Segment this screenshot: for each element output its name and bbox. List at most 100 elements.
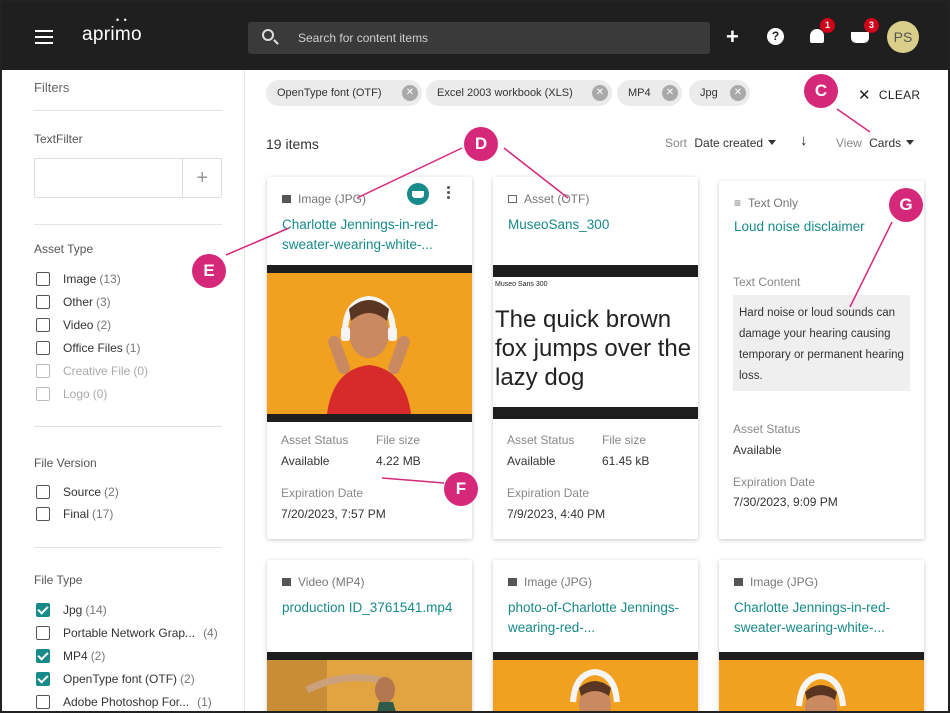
checkbox[interactable]	[36, 318, 50, 332]
size-value: 61.45 kB	[602, 454, 650, 468]
asset-thumbnail[interactable]	[493, 652, 698, 711]
add-icon[interactable]: +	[726, 24, 739, 50]
filter-count: (0)	[92, 387, 108, 401]
asset-type-label: Image (JPG)	[298, 192, 367, 206]
expiration-value: 7/9/2023, 4:40 PM	[507, 507, 606, 521]
divider	[34, 224, 222, 225]
chevron-down-icon	[768, 140, 777, 145]
chip-otf[interactable]: OpenType font (OTF) ✕	[266, 80, 422, 106]
asset-card[interactable]: ≡ Text Only Loud noise disclaimer Text Co…	[719, 181, 924, 539]
chip-jpg[interactable]: Jpg ✕	[689, 80, 750, 106]
filter-label: OpenType font (OTF)	[63, 672, 178, 686]
remove-chip-icon[interactable]: ✕	[730, 85, 746, 101]
checkbox[interactable]	[36, 485, 50, 499]
filter-label: Final	[63, 507, 90, 521]
textfilter-input[interactable]: +	[34, 158, 222, 198]
checkbox[interactable]	[36, 272, 50, 286]
asset-card[interactable]: Asset (OTF) MuseoSans_300 Museo Sans 300…	[493, 177, 698, 539]
asset-thumbnail[interactable]	[267, 265, 472, 422]
filter-count: (2)	[96, 318, 112, 332]
clear-filters-button[interactable]: ✕ CLEAR	[858, 86, 920, 104]
callout-e: E	[192, 254, 226, 288]
file-type-title: File Type	[34, 573, 83, 587]
filter-label: Other	[63, 295, 94, 309]
size-value: 4.22 MB	[376, 454, 421, 468]
filter-version-source[interactable]: Source (2)	[36, 483, 119, 501]
app-logo[interactable]: aprimo	[82, 24, 142, 46]
asset-card[interactable]: Image (JPG) photo-of-Charlotte Jennings-…	[493, 560, 698, 711]
filter-type-psd[interactable]: Adobe Photoshop For... (1)	[36, 693, 212, 711]
chip-mp4[interactable]: MP4 ✕	[617, 80, 682, 106]
status-label: Asset Status	[281, 433, 349, 447]
callout-f: F	[444, 472, 478, 506]
woman-headphones-image	[719, 660, 924, 711]
file-version-title: File Version	[34, 456, 97, 470]
asset-card[interactable]: Video (MP4) production ID_3761541.mp4	[267, 560, 472, 711]
remove-chip-icon[interactable]: ✕	[592, 85, 608, 101]
menu-icon[interactable]	[35, 30, 53, 44]
asset-thumbnail[interactable]	[719, 652, 924, 711]
image-icon	[508, 578, 517, 586]
asset-thumbnail[interactable]: Museo Sans 300 The quick brown fox jumps…	[493, 265, 698, 419]
chip-label: MP4	[628, 87, 651, 99]
asset-title[interactable]: Charlotte Jennings-in-red-sweater-wearin…	[734, 598, 914, 638]
add-to-cart-icon[interactable]	[407, 183, 429, 205]
chip-label: OpenType font (OTF)	[277, 87, 382, 99]
checkbox-checked[interactable]	[36, 672, 50, 686]
filter-type-otf[interactable]: OpenType font (OTF) (2)	[36, 670, 195, 688]
checkbox[interactable]	[36, 341, 50, 355]
close-icon: ✕	[858, 87, 871, 104]
asset-type-label: Video (MP4)	[298, 575, 365, 589]
remove-chip-icon[interactable]: ✕	[402, 85, 418, 101]
asset-type-label: Image (JPG)	[524, 575, 593, 589]
sort-control[interactable]: Sort Date created	[665, 136, 777, 150]
checkbox[interactable]	[36, 507, 50, 521]
text-content-label: Text Content	[733, 275, 801, 289]
more-options-icon[interactable]	[447, 186, 450, 201]
sort-direction-icon[interactable]: ↓	[800, 132, 808, 149]
checkbox-checked[interactable]	[36, 603, 50, 617]
filter-label: Logo	[63, 387, 90, 401]
filter-type-jpg[interactable]: Jpg (14)	[36, 601, 107, 619]
view-control[interactable]: View Cards	[836, 136, 915, 150]
asset-title[interactable]: photo-of-Charlotte Jennings-wearing-red-…	[508, 598, 688, 638]
checkbox-checked[interactable]	[36, 649, 50, 663]
cart-icon[interactable]	[851, 32, 869, 43]
chip-xls[interactable]: Excel 2003 workbook (XLS) ✕	[426, 80, 612, 106]
asset-type: Image (JPG)	[508, 575, 592, 589]
search-input[interactable]: Search for content items	[248, 22, 710, 54]
divider	[34, 426, 222, 427]
chevron-down-icon	[906, 140, 915, 145]
asset-thumbnail[interactable]	[267, 652, 472, 711]
checkbox[interactable]	[36, 295, 50, 309]
items-count: 19 items	[266, 136, 319, 152]
video-icon	[282, 578, 291, 586]
filter-asset-other[interactable]: Other (3)	[36, 293, 111, 311]
add-filter-icon[interactable]: +	[196, 167, 208, 190]
help-icon[interactable]: ?	[767, 28, 784, 45]
filter-count: (13)	[99, 272, 121, 286]
font-name: Museo Sans 300	[495, 281, 548, 288]
clear-label: CLEAR	[878, 88, 921, 102]
asset-title[interactable]: MuseoSans_300	[508, 215, 688, 235]
filter-version-final[interactable]: Final (17)	[36, 505, 113, 523]
callout-g: G	[889, 188, 923, 222]
remove-chip-icon[interactable]: ✕	[662, 85, 678, 101]
status-value: Available	[281, 454, 330, 468]
asset-card[interactable]: Image (JPG) Charlotte Jennings-in-red-sw…	[719, 560, 924, 711]
image-icon	[282, 195, 291, 203]
asset-card[interactable]: Image (JPG) Charlotte Jennings-in-red-sw…	[267, 177, 472, 539]
filter-label: Jpg	[63, 603, 83, 617]
filter-type-png[interactable]: Portable Network Grap... (4)	[36, 624, 218, 642]
checkbox[interactable]	[36, 626, 50, 640]
filter-asset-video[interactable]: Video (2)	[36, 316, 111, 334]
asset-title[interactable]: Loud noise disclaimer	[734, 217, 914, 237]
avatar[interactable]: PS	[887, 21, 919, 53]
asset-title[interactable]: production ID_3761541.mp4	[282, 598, 462, 618]
filter-type-mp4[interactable]: MP4 (2)	[36, 647, 105, 665]
checkbox[interactable]	[36, 695, 50, 709]
filter-asset-office[interactable]: Office Files (1)	[36, 339, 140, 357]
filter-asset-creative: Creative File (0)	[36, 362, 148, 380]
filter-asset-image[interactable]: Image (13)	[36, 270, 121, 288]
asset-title[interactable]: Charlotte Jennings-in-red-sweater-wearin…	[282, 215, 462, 255]
